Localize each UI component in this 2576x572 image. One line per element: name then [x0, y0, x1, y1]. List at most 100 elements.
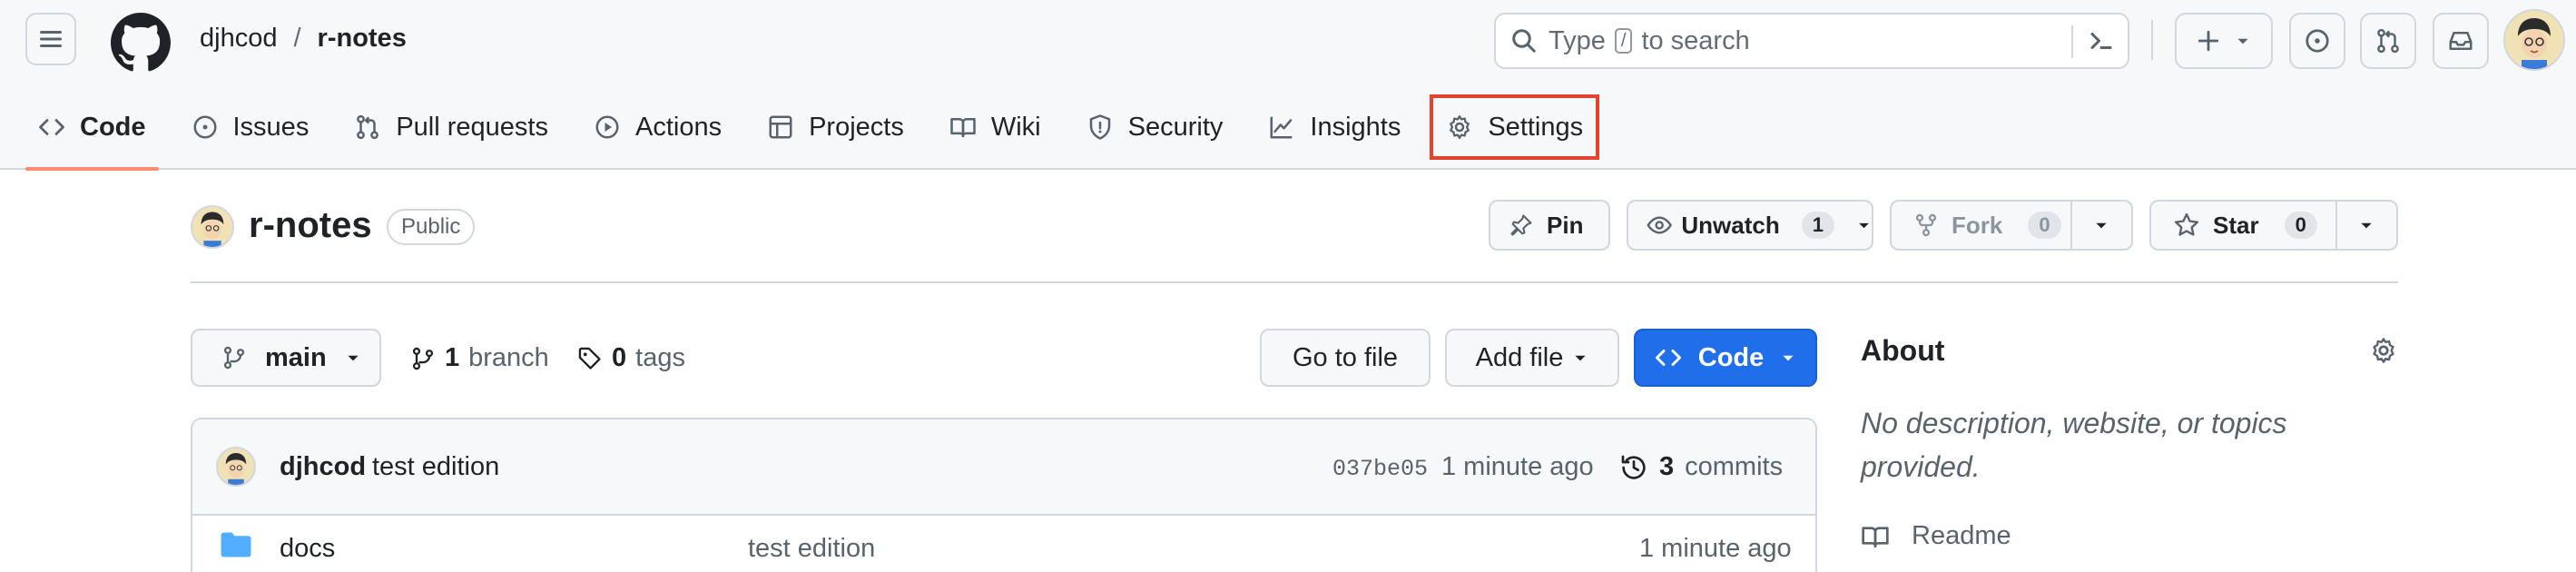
- star-count: 0: [2284, 212, 2317, 239]
- unwatch-label: Unwatch: [1681, 211, 1780, 239]
- latest-commit-bar: djhcod test edition 037be05 1 minute ago…: [192, 419, 1815, 516]
- issue-opened-icon: [193, 115, 216, 139]
- github-logo-icon[interactable]: [111, 13, 171, 73]
- code-button[interactable]: Code: [1634, 329, 1817, 387]
- code-icon: [39, 119, 64, 135]
- search-input[interactable]: Type / to search: [1494, 13, 2129, 69]
- tab-issues-label: Issues: [232, 112, 310, 142]
- tab-issues[interactable]: Issues: [179, 98, 322, 156]
- file-name[interactable]: docs: [280, 534, 335, 564]
- create-new-button[interactable]: [2175, 13, 2273, 69]
- header-divider: [2151, 20, 2153, 60]
- code-icon: [1655, 350, 1681, 366]
- play-icon: [595, 115, 619, 139]
- tab-insights[interactable]: Insights: [1255, 98, 1413, 156]
- command-palette-icon[interactable]: [2088, 27, 2115, 54]
- about-heading: About: [1861, 334, 1945, 367]
- fork-label: Fork: [1952, 211, 2003, 239]
- pin-button[interactable]: Pin: [1489, 200, 1610, 251]
- global-header: djhcod / r-notes Type / to search Code I…: [0, 0, 2576, 171]
- tag-word: tags: [635, 343, 685, 372]
- caret-down-icon: [1859, 222, 1869, 229]
- tab-settings-label: Settings: [1488, 112, 1584, 142]
- book-icon: [1862, 526, 1889, 547]
- pin-icon: [1510, 214, 1532, 236]
- tab-security-label: Security: [1127, 112, 1224, 142]
- git-branch-icon: [412, 347, 434, 370]
- tab-pull-requests[interactable]: Pull requests: [341, 98, 561, 156]
- caret-down-icon: [1783, 355, 1794, 361]
- tab-actions[interactable]: Actions: [581, 98, 734, 156]
- tab-wiki[interactable]: Wiki: [937, 98, 1054, 156]
- user-avatar[interactable]: [2503, 9, 2565, 71]
- tab-code[interactable]: Code: [25, 98, 159, 171]
- gear-icon[interactable]: [2369, 336, 2398, 365]
- tab-insights-label: Insights: [1310, 112, 1401, 142]
- table-icon: [769, 115, 792, 139]
- go-to-file-button[interactable]: Go to file: [1260, 329, 1431, 387]
- tab-security[interactable]: Security: [1074, 98, 1236, 156]
- star-button[interactable]: Star 0: [2151, 202, 2337, 249]
- branch-count: 1: [445, 343, 460, 372]
- pin-label: Pin: [1547, 211, 1584, 239]
- caret-down-icon: [1575, 355, 1586, 361]
- file-commit-message[interactable]: test edition: [748, 534, 875, 564]
- tags-link[interactable]: 0 tags: [577, 343, 685, 373]
- tab-code-label: Code: [80, 112, 146, 142]
- history-icon: [1621, 455, 1646, 479]
- your-pull-requests-button[interactable]: [2360, 13, 2416, 69]
- commit-time: 1 minute ago: [1441, 452, 1594, 481]
- tab-projects[interactable]: Projects: [754, 98, 917, 156]
- table-row[interactable]: [192, 516, 1815, 572]
- commit-sha[interactable]: 037be05: [1332, 456, 1428, 482]
- fork-button[interactable]: Fork 0: [1892, 202, 2072, 249]
- tab-pull-requests-label: Pull requests: [396, 112, 548, 142]
- inbox-button[interactable]: [2433, 13, 2489, 69]
- fork-dropdown[interactable]: [2072, 217, 2131, 233]
- search-shortcut-key: /: [1614, 28, 1633, 54]
- add-file-button[interactable]: Add file: [1445, 329, 1619, 387]
- code-button-label: Code: [1697, 342, 1765, 372]
- gear-icon: [1450, 115, 1470, 139]
- git-pull-request-icon: [357, 114, 379, 140]
- repo-owner-avatar[interactable]: [191, 205, 234, 249]
- avatar-face-icon: [218, 449, 254, 485]
- unwatch-button[interactable]: Unwatch 1: [1627, 200, 1873, 251]
- tag-icon: [578, 347, 601, 370]
- menu-button[interactable]: [25, 13, 76, 65]
- commit-message[interactable]: test edition: [372, 452, 499, 482]
- folder-icon: [221, 532, 251, 557]
- breadcrumb-repo[interactable]: r-notes: [318, 24, 407, 54]
- star-button-group: Star 0: [2149, 200, 2398, 251]
- commit-author-avatar[interactable]: [216, 447, 256, 487]
- eye-icon: [1647, 216, 1672, 234]
- visibility-badge: Public: [387, 209, 476, 245]
- search-divider: [2071, 25, 2073, 58]
- readme-label: Readme: [1912, 521, 2011, 550]
- search-placeholder-before: Type: [1549, 25, 1606, 55]
- star-icon: [2174, 212, 2199, 236]
- commit-count-word: commits: [1685, 452, 1784, 481]
- graph-icon: [1270, 116, 1293, 139]
- repo-title[interactable]: r-notes: [249, 205, 372, 246]
- fork-count: 0: [2028, 212, 2061, 239]
- readme-link[interactable]: Readme: [1861, 521, 2011, 551]
- divider: [191, 281, 2398, 283]
- tag-count: 0: [612, 343, 627, 372]
- tab-settings[interactable]: Settings: [1430, 94, 1600, 160]
- tab-projects-label: Projects: [809, 112, 904, 142]
- commits-link[interactable]: 3 commits: [1619, 452, 1783, 482]
- repo-forked-icon: [1915, 213, 1937, 237]
- branches-link[interactable]: 1 branch: [410, 343, 549, 373]
- breadcrumb-owner[interactable]: djhcod: [200, 24, 277, 54]
- branch-selector[interactable]: main: [191, 329, 381, 387]
- star-label: Star: [2213, 211, 2259, 239]
- search-placeholder-after: to search: [1641, 25, 1750, 55]
- caret-down-icon: [2361, 222, 2372, 229]
- commit-author[interactable]: djhcod: [280, 452, 366, 482]
- star-dropdown[interactable]: [2337, 217, 2396, 233]
- branch-name: main: [265, 342, 327, 372]
- your-issues-button[interactable]: [2289, 13, 2345, 69]
- git-pull-request-icon: [2377, 28, 2399, 54]
- branch-word: branch: [468, 343, 549, 372]
